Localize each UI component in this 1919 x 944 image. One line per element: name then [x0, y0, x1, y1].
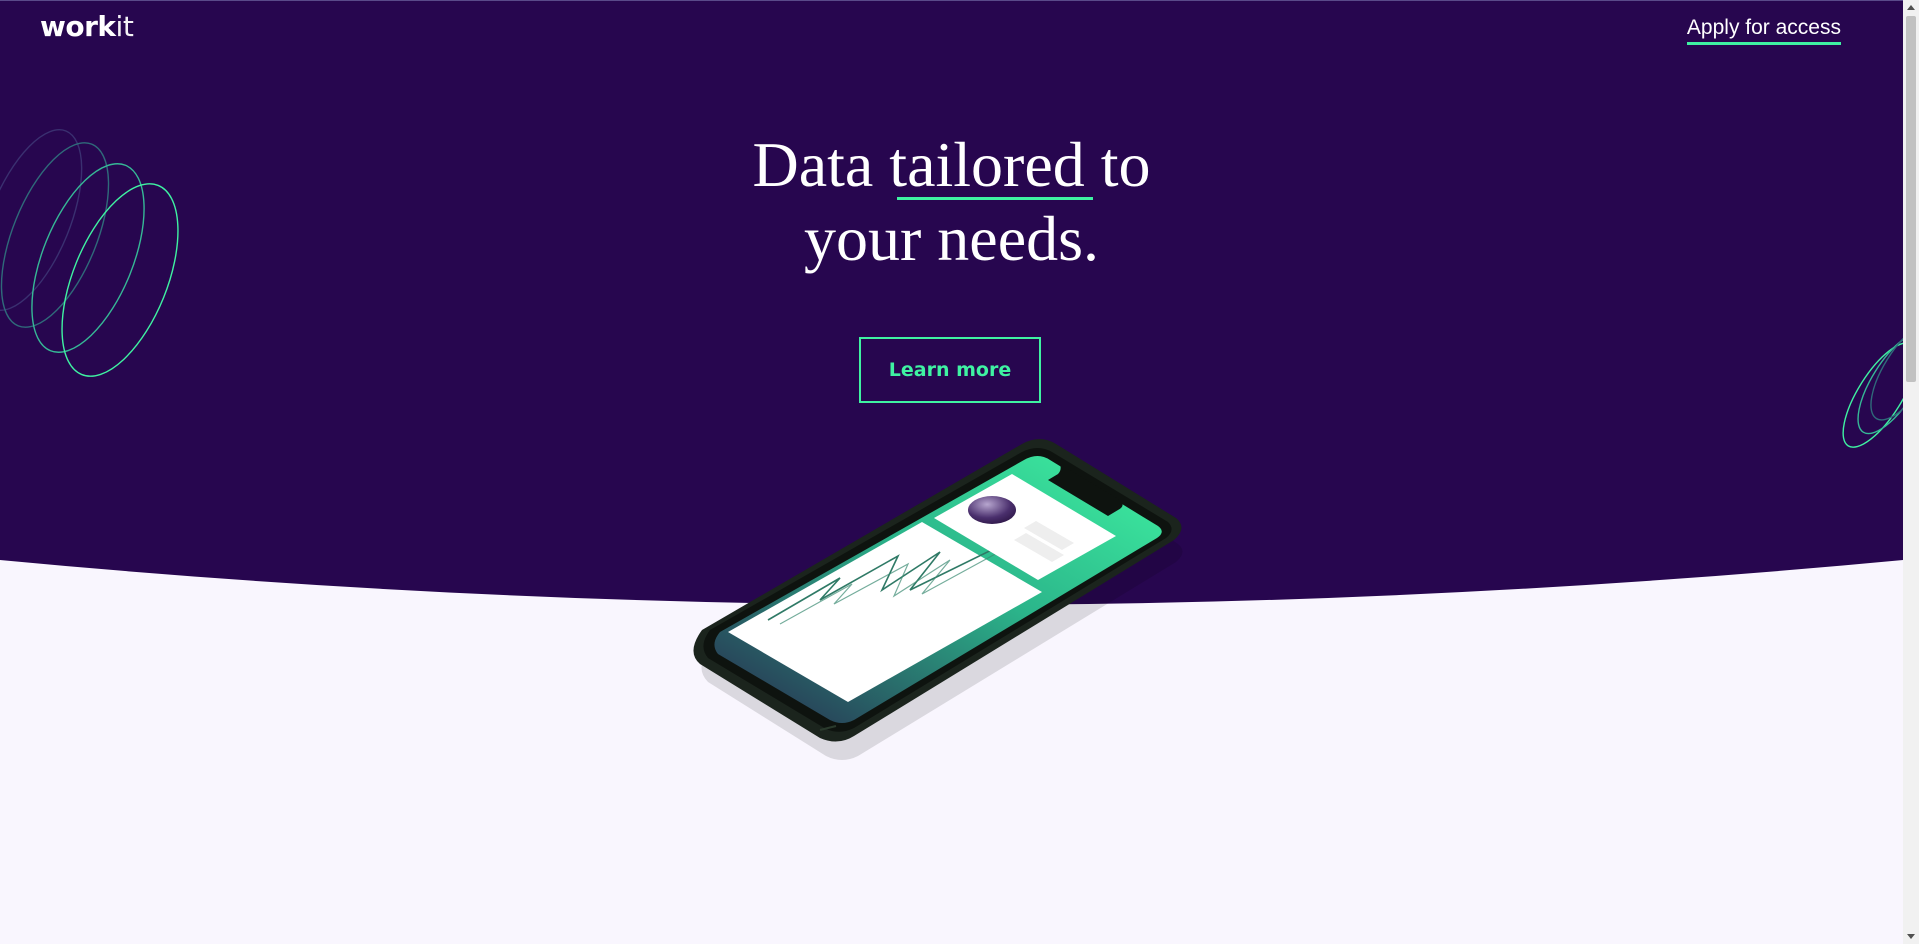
top-border [0, 0, 1903, 1]
swirl-rings-icon [1842, 335, 1903, 448]
headline-line2: your needs. [803, 203, 1100, 274]
logo[interactable]: workit [40, 10, 134, 43]
headline-part1: Data [752, 129, 890, 200]
page: workit Apply for access Data tailored to… [0, 0, 1903, 944]
learn-more-button[interactable]: Learn more [859, 337, 1041, 403]
scrollbar-thumb[interactable] [1906, 16, 1916, 382]
chevron-down-icon[interactable] [1907, 934, 1915, 939]
headline-highlight: tailored [889, 129, 1094, 200]
chevron-up-icon[interactable] [1907, 5, 1915, 10]
hero-headline: Data tailored to your needs. [0, 128, 1903, 276]
logo-light-text: it [115, 10, 134, 43]
headline-part2: to [1084, 129, 1151, 200]
apply-for-access-link[interactable]: Apply for access [1686, 16, 1841, 45]
phone-illustration [693, 439, 1183, 760]
scrollbar[interactable] [1903, 0, 1919, 944]
logo-bold-text: work [40, 10, 116, 43]
